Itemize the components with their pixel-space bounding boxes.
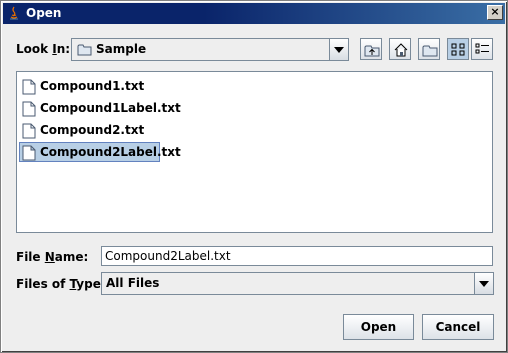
window-title: Open <box>26 6 62 20</box>
file-item-1[interactable]: Compound1Label.txt <box>19 98 181 118</box>
file-type-combo[interactable]: All Files <box>101 272 494 295</box>
file-item-3[interactable]: Compound2Label.txt <box>19 142 181 162</box>
title-bar[interactable]: Open × <box>3 3 505 24</box>
file-name: Compound2Label.txt <box>40 145 181 159</box>
file-icon <box>22 123 36 139</box>
close-button[interactable]: × <box>487 5 503 20</box>
home-icon <box>394 43 408 57</box>
file-icon <box>22 145 36 161</box>
file-name: Compound2.txt <box>40 123 145 137</box>
look-in-combo[interactable]: Sample <box>71 38 349 61</box>
file-type-label: Files of Type: <box>16 277 106 291</box>
file-name-label: File Name: <box>16 250 89 264</box>
look-in-value: Sample <box>96 42 147 56</box>
file-item-0[interactable]: Compound1.txt <box>19 76 144 96</box>
file-item-2[interactable]: Compound2.txt <box>19 120 144 140</box>
home-button[interactable] <box>389 38 411 60</box>
new-folder-button[interactable] <box>418 38 440 60</box>
cancel-button[interactable]: Cancel <box>422 314 494 340</box>
open-dialog: Open × Look In: Sample Compound1.txt Com… <box>0 0 508 353</box>
file-icon <box>22 79 36 95</box>
list-view-button[interactable] <box>447 38 469 60</box>
file-name: Compound1.txt <box>40 79 145 93</box>
up-one-level-button[interactable] <box>360 38 382 60</box>
details-view-button[interactable] <box>471 38 493 60</box>
folder-icon <box>77 44 92 56</box>
file-name: Compound1Label.txt <box>40 101 181 115</box>
chevron-down-icon[interactable] <box>474 273 493 294</box>
file-icon <box>22 101 36 117</box>
look-in-label: Look In: <box>16 42 71 56</box>
close-icon: × <box>490 5 500 18</box>
chevron-down-icon[interactable] <box>329 39 348 60</box>
file-name-input[interactable] <box>101 246 493 266</box>
folder-up-icon <box>364 45 380 57</box>
file-type-value: All Files <box>106 276 160 290</box>
details-view-icon <box>475 43 489 54</box>
file-list[interactable]: Compound1.txt Compound1Label.txt Compoun… <box>16 71 493 233</box>
open-button[interactable]: Open <box>343 314 414 340</box>
new-folder-icon <box>422 45 438 57</box>
list-view-icon <box>451 43 465 56</box>
java-icon <box>10 6 18 20</box>
